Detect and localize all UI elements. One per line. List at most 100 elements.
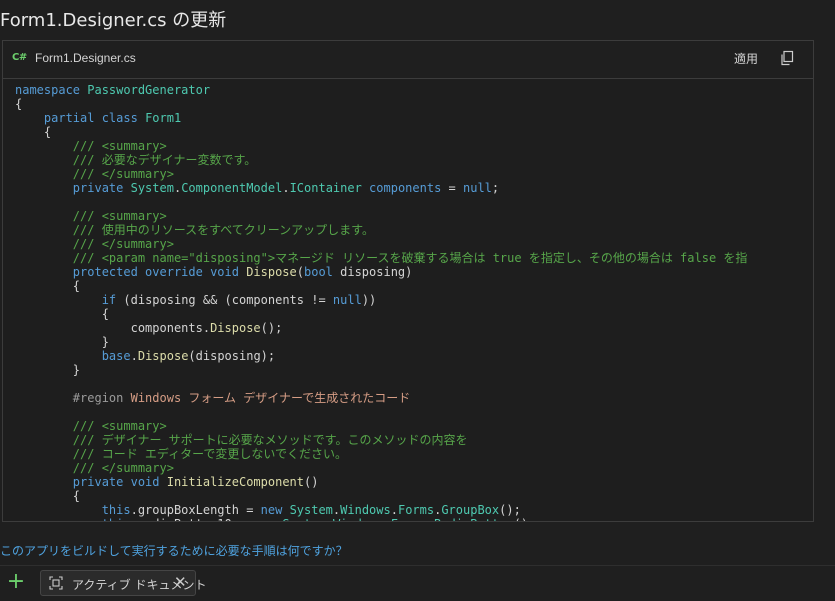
code-token: Dispose [246, 265, 297, 279]
apply-button[interactable]: 適用 [734, 50, 758, 67]
code-line: this.radioButton10 = new System.Windows.… [15, 517, 813, 521]
code-token: GroupBox [441, 503, 500, 517]
code-panel: C# Form1.Designer.cs 適用 namespace Passwo… [2, 40, 814, 522]
code-token: if [101, 293, 124, 307]
code-line: #region Windows フォーム デザイナーで生成されたコード [15, 391, 813, 405]
file-name: Form1.Designer.cs [35, 51, 136, 65]
code-token: . [390, 503, 398, 517]
code-token: null [463, 181, 492, 195]
code-token: protected override void [72, 265, 247, 279]
code-token: ( [296, 265, 304, 279]
code-line: /// </summary> [15, 237, 813, 251]
code-line: protected override void Dispose(bool dis… [15, 265, 813, 279]
code-token: /// </summary> [72, 237, 174, 251]
code-token: /// 使用中のリソースをすべてクリーンアップします。 [72, 223, 374, 237]
code-token: ; [491, 181, 500, 195]
code-line: /// デザイナー サポートに必要なメソッドです。このメソッドの内容を [15, 433, 813, 447]
code-token: { [15, 125, 52, 139]
code-token: Dispose [210, 321, 261, 335]
code-line: base.Dispose(disposing); [15, 349, 813, 363]
code-token: { [15, 279, 81, 293]
code-token: .groupBoxLength = [130, 503, 261, 517]
code-line: components.Dispose(); [15, 321, 813, 335]
code-token: { [15, 489, 81, 503]
code-line: private System.ComponentModel.IContainer… [15, 181, 813, 195]
code-token: components [361, 181, 442, 195]
code-token: /// 必要なデザイナー変数です。 [72, 153, 257, 167]
code-token: components. [15, 321, 211, 335]
code-line: } [15, 335, 813, 349]
code-token: PasswordGenerator [87, 83, 211, 97]
code-token: System [289, 503, 333, 517]
code-line: /// </summary> [15, 167, 813, 181]
code-token: (); [499, 503, 521, 517]
code-token: IContainer [289, 181, 362, 195]
code-line: { [15, 307, 813, 321]
code-token: Windows [333, 517, 384, 521]
code-line: { [15, 279, 813, 293]
code-token: ComponentModel [181, 181, 283, 195]
code-token: . [130, 349, 138, 363]
code-line: { [15, 489, 813, 503]
code-token: this [102, 517, 131, 521]
code-line: /// 使用中のリソースをすべてクリーンアップします。 [15, 223, 813, 237]
code-token: new [253, 517, 282, 521]
code-line: } [15, 363, 813, 377]
code-token: /// <param name="disposing">マネージド リソースを破… [72, 251, 748, 265]
code-line: { [15, 97, 813, 111]
plus-icon[interactable]: + [4, 571, 28, 595]
code-token: /// デザイナー サポートに必要なメソッドです。このメソッドの内容を [72, 433, 468, 447]
panel-header: C# Form1.Designer.cs 適用 [3, 41, 813, 79]
code-token: #region [72, 391, 131, 405]
code-token: { [15, 97, 23, 111]
code-token: (disposing && (components != [123, 293, 333, 307]
code-token: (); [514, 517, 536, 521]
code-line: namespace PasswordGenerator [15, 83, 813, 97]
active-document-chip[interactable]: アクティブ ドキュメント ✕ [40, 570, 207, 596]
code-token: this [101, 503, 131, 517]
code-token: /// <summary> [72, 419, 167, 433]
code-token: { [15, 307, 109, 321]
code-token: } [15, 335, 109, 349]
code-token: (disposing); [188, 349, 276, 363]
code-token: Dispose [137, 349, 189, 363]
code-token: (); [260, 321, 283, 335]
code-token: /// </summary> [72, 461, 174, 475]
code-token: )) [361, 293, 377, 307]
code-token: System [282, 517, 325, 521]
copy-icon[interactable] [779, 50, 795, 66]
document-frame-icon [49, 576, 63, 590]
code-line: /// <summary> [15, 209, 813, 223]
page-title: Form1.Designer.cs の更新 [0, 10, 227, 31]
code-area[interactable]: namespace PasswordGenerator{ partial cla… [15, 83, 813, 521]
code-line: /// <param name="disposing">マネージド リソースを破… [15, 251, 813, 265]
code-token: disposing) [340, 265, 413, 279]
code-line: if (disposing && (components != null)) [15, 293, 813, 307]
code-token: Forms [391, 517, 427, 521]
suggested-prompt-link[interactable]: このアプリをビルドして実行するために必要な手順は何ですか？ [0, 542, 348, 559]
code-token: RadioButton [434, 517, 513, 521]
code-token: } [15, 363, 81, 377]
close-icon[interactable]: ✕ [174, 573, 187, 591]
code-line: private void InitializeComponent() [15, 475, 813, 489]
bottom-bar: + アクティブ ドキュメント ✕ [0, 566, 835, 601]
code-line: { [15, 125, 813, 139]
code-token: .radioButton10 = [131, 517, 254, 521]
code-token: new [260, 503, 290, 517]
code-token: Windows [340, 503, 391, 517]
